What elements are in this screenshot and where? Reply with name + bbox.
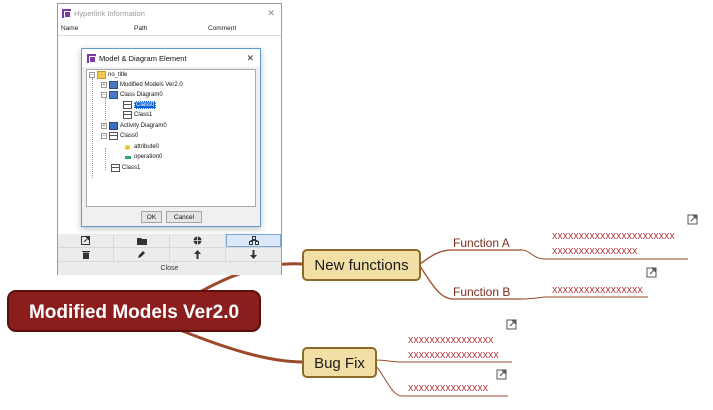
arrow-down-icon — [250, 250, 257, 259]
tree-item-label: Class Diagram0 — [120, 92, 163, 98]
model-dialog-title: Model & Diagram Element — [99, 53, 187, 63]
delete-button[interactable] — [58, 248, 113, 261]
bugfix-note-top-line-2: XXXXXXXXXXXXXXXXX — [408, 351, 499, 360]
collapse-icon[interactable]: − — [101, 92, 107, 98]
tree-guide-line — [105, 98, 106, 120]
class-icon — [111, 164, 120, 172]
model-element-button[interactable] — [226, 234, 281, 247]
connector-central-bug-fix — [179, 328, 304, 364]
expand-icon[interactable]: + — [101, 82, 107, 88]
globe-icon — [193, 236, 202, 245]
tree-item-modified-models[interactable]: + Modified Models Ver2.0 — [101, 80, 183, 90]
arrow-up-icon — [194, 250, 201, 259]
column-comment[interactable]: Comment — [205, 25, 279, 32]
connector-notes-b — [520, 296, 648, 300]
topic-new-functions-label: New functions — [314, 257, 408, 274]
ok-button[interactable]: OK — [141, 211, 162, 223]
model-element-icon — [248, 236, 259, 245]
tree-item-label: Class0 — [134, 101, 157, 109]
trash-icon — [81, 251, 90, 259]
class-diagram-icon — [109, 91, 118, 99]
hyperlink-window-title: Hyperlink Information — [74, 8, 145, 18]
close-icon[interactable]: ✕ — [246, 53, 254, 64]
class-icon — [123, 111, 132, 119]
model-icon — [109, 81, 118, 89]
model-diagram-element-dialog: Model & Diagram Element ✕ − no_title + M… — [81, 48, 261, 227]
external-link-icon[interactable] — [506, 319, 517, 330]
folder-icon — [97, 71, 106, 79]
collapse-icon[interactable]: − — [101, 133, 107, 139]
tree-item-operation[interactable]: operation0 — [123, 152, 162, 162]
class-icon — [123, 101, 132, 109]
note-a-line-2: XXXXXXXXXXXXXXXX — [552, 247, 638, 256]
tree-item-label: Class1 — [122, 165, 141, 171]
operation-icon — [125, 155, 131, 159]
tree-item-label: operation0 — [134, 154, 163, 160]
folder-icon — [136, 237, 147, 245]
connector-bugfix-top — [375, 359, 512, 363]
tree-item-root[interactable]: − no_title — [89, 70, 127, 80]
app-icon — [62, 8, 71, 18]
tree-item-class1-root[interactable]: Class1 — [111, 163, 140, 173]
model-tree: − no_title + Modified Models Ver2.0 − Cl… — [86, 69, 256, 207]
hyperlink-window-titlebar: Hyperlink Information ✕ — [58, 4, 281, 22]
edit-button[interactable] — [114, 248, 169, 261]
tree-guide-line — [92, 78, 93, 178]
tree-item-attribute[interactable]: attribute0 — [123, 142, 159, 152]
model-dialog-titlebar: Model & Diagram Element ✕ — [82, 49, 260, 67]
column-path[interactable]: Path — [131, 25, 205, 32]
note-a-line-1: XXXXXXXXXXXXXXXXXXXXXXX — [552, 232, 675, 241]
expand-icon[interactable]: + — [101, 123, 107, 129]
cancel-button[interactable]: Cancel — [166, 211, 202, 223]
activity-diagram-icon — [109, 122, 118, 130]
bugfix-note-bottom-line-1: XXXXXXXXXXXXXXX — [408, 384, 489, 393]
app-icon — [87, 53, 96, 63]
connector-function-a — [419, 249, 522, 265]
topic-function-a-label[interactable]: Function A — [453, 236, 510, 250]
external-link-icon[interactable] — [687, 214, 698, 225]
note-b-line-1: XXXXXXXXXXXXXXXXX — [552, 286, 643, 295]
column-name[interactable]: Name — [58, 25, 131, 32]
tree-item-class0[interactable]: − Class0 — [101, 131, 138, 141]
tree-item-label: no_title — [108, 72, 128, 78]
attribute-icon — [125, 144, 130, 150]
hyperlink-toolbar: Close — [58, 234, 281, 275]
tree-item-class-diagram[interactable]: − Class Diagram0 — [101, 90, 163, 100]
close-button[interactable]: Close — [58, 262, 281, 275]
tree-item-activity-diagram[interactable]: + Activity Diagram0 — [101, 121, 167, 131]
open-link-icon — [81, 236, 90, 245]
tree-item-label: Class0 — [120, 133, 139, 139]
hyperlink-table-header: Name Path Comment — [58, 22, 281, 36]
class-icon — [109, 132, 118, 140]
topic-bug-fix-label: Bug Fix — [314, 355, 365, 372]
external-link-icon[interactable] — [496, 369, 507, 380]
move-up-button[interactable] — [170, 248, 225, 261]
tree-guide-line — [105, 148, 106, 170]
bugfix-note-top-line-1: XXXXXXXXXXXXXXXX — [408, 336, 494, 345]
tree-item-label: Activity Diagram0 — [120, 123, 167, 129]
move-down-button[interactable] — [226, 248, 281, 261]
folder-button[interactable] — [114, 234, 169, 247]
tree-item-label: Modified Models Ver2.0 — [120, 82, 183, 88]
central-topic-label: Modified Models Ver2.0 — [29, 302, 239, 323]
tree-item-label: attribute0 — [134, 144, 160, 150]
tree-item-label: Class1 — [134, 112, 153, 118]
open-link-button[interactable] — [58, 234, 113, 247]
topic-function-b-label[interactable]: Function B — [453, 285, 510, 299]
close-icon[interactable]: ✕ — [267, 8, 275, 19]
tree-item-class0-selected[interactable]: Class0 — [123, 100, 157, 110]
pen-icon — [138, 251, 145, 258]
web-link-button[interactable] — [170, 234, 225, 247]
collapse-icon[interactable]: − — [89, 72, 95, 78]
tree-item-class1[interactable]: Class1 — [123, 110, 152, 120]
external-link-icon[interactable] — [646, 267, 657, 278]
